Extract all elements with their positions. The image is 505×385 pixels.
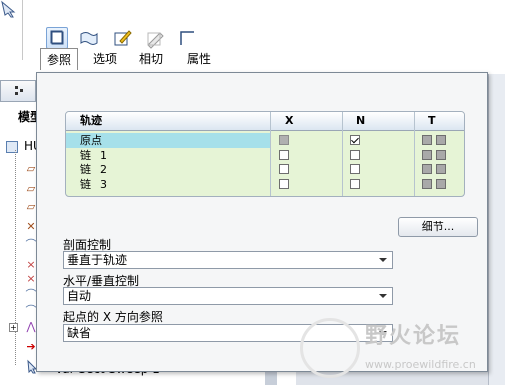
trajectory-number: 2: [100, 163, 107, 176]
tab-properties[interactable]: 属性: [180, 48, 218, 70]
tab-tangency[interactable]: 相切: [132, 48, 170, 70]
details-button[interactable]: 细节...: [398, 217, 478, 237]
col-trajectory: 轨迹: [80, 114, 102, 127]
x-ref-value: 缺省: [67, 326, 92, 340]
n-checkbox[interactable]: [350, 179, 360, 189]
n-checkbox[interactable]: [350, 135, 360, 145]
trajectory-table: 轨迹 X N T 原点 链 1 链 2 链 3: [65, 111, 465, 197]
sketch-arrow-icon[interactable]: [0, 0, 20, 18]
sketch-edit-icon[interactable]: [112, 27, 134, 49]
tree-connector: [15, 150, 17, 365]
n-checkbox[interactable]: [350, 150, 360, 160]
tree-settings-icon: [15, 86, 23, 95]
t-box[interactable]: [436, 150, 446, 160]
chevron-down-icon: [379, 258, 387, 262]
x-checkbox[interactable]: [279, 150, 289, 160]
x-checkbox[interactable]: [279, 164, 289, 174]
tree-header-button[interactable]: [0, 80, 36, 102]
hv-control-value: 自动: [67, 289, 92, 303]
table-row[interactable]: 链 2: [66, 162, 464, 177]
tab-options[interactable]: 选项: [86, 48, 124, 70]
toolbar-separator: [22, 0, 23, 60]
surface-sweep-icon[interactable]: [78, 27, 100, 49]
table-header: 轨迹 X N T: [66, 112, 464, 131]
tab-references[interactable]: 参照: [40, 48, 78, 70]
watermark-url: www.proewildfire.cn: [365, 358, 476, 371]
col-t: T: [428, 114, 436, 127]
x-ref-label: 起点的 X 方向参照: [63, 310, 163, 324]
t-box[interactable]: [422, 150, 432, 160]
x-checkbox: [279, 135, 289, 145]
section-control-value: 垂直于轨迹: [67, 253, 128, 267]
hv-control-select[interactable]: 自动: [63, 287, 393, 305]
col-x: X: [285, 114, 294, 127]
t-box[interactable]: [436, 135, 446, 145]
watermark-logo: [300, 318, 360, 378]
thicken-icon[interactable]: [176, 27, 198, 49]
t-box[interactable]: [422, 135, 432, 145]
chevron-down-icon: [379, 294, 387, 298]
section-control-select[interactable]: 垂直于轨迹: [63, 251, 393, 269]
trajectory-name: 原点: [80, 134, 102, 147]
trajectory-name: 链: [80, 163, 91, 176]
trajectory-name: 链: [80, 178, 91, 191]
t-box[interactable]: [436, 179, 446, 189]
trajectory-name: 链: [80, 149, 91, 162]
x-checkbox[interactable]: [279, 179, 289, 189]
table-row[interactable]: 链 1: [66, 148, 464, 163]
dashboard-tabs: 参照 选项 相切 属性: [36, 48, 476, 70]
table-row[interactable]: 链 3: [66, 177, 464, 192]
trajectory-number: 1: [100, 149, 107, 162]
expand-icon[interactable]: +: [9, 323, 18, 332]
trajectory-number: 3: [100, 178, 107, 191]
solid-sweep-icon[interactable]: [46, 27, 68, 49]
remove-material-icon[interactable]: [144, 27, 166, 49]
watermark-text: 野火论坛: [365, 324, 462, 349]
col-n: N: [356, 114, 366, 127]
n-checkbox[interactable]: [350, 164, 360, 174]
table-row[interactable]: 原点: [66, 133, 464, 148]
t-box[interactable]: [436, 164, 446, 174]
right-scroll-strip[interactable]: [488, 74, 505, 385]
t-box[interactable]: [422, 164, 432, 174]
t-box[interactable]: [422, 179, 432, 189]
